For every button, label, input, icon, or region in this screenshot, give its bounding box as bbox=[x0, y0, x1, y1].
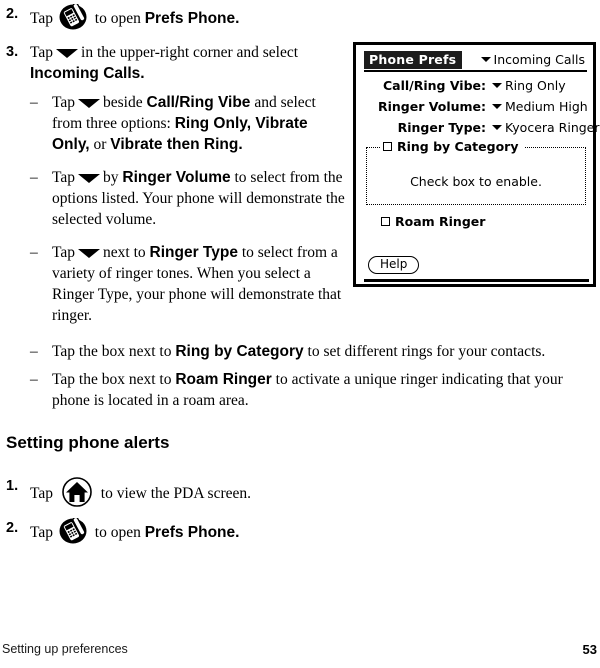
pda-label-ringer-volume: Ringer Volume: bbox=[377, 99, 486, 114]
caret-down-icon bbox=[480, 57, 491, 62]
step-2-top-tail: to open bbox=[94, 10, 141, 27]
caret-down-icon bbox=[56, 49, 79, 58]
pda-value-call-ring-vibe[interactable]: Ring Only bbox=[492, 78, 566, 93]
sub-item-1-bold3: Vibrate then Ring. bbox=[110, 136, 243, 153]
sub-item-3-mid1: next to bbox=[103, 244, 146, 261]
step-2-top-body: Tap to open Prefs Phone. bbox=[30, 2, 346, 30]
pda-category-label: Incoming Calls bbox=[493, 52, 585, 67]
sub-item-2-lead: Tap bbox=[52, 169, 76, 186]
phone-icon bbox=[59, 2, 89, 30]
pda-value-ringer-volume[interactable]: Medium High bbox=[492, 99, 588, 114]
step-2-top-marker: 2. bbox=[6, 6, 19, 22]
home-icon bbox=[61, 476, 93, 508]
sub-item-2-dash: – bbox=[30, 169, 38, 186]
ring-by-category-checkbox[interactable] bbox=[383, 142, 392, 151]
sub-item-4-lead: Tap the box next to bbox=[52, 343, 172, 360]
sub-item-3-lead: Tap bbox=[52, 244, 76, 261]
sub-item-4-body: Tap the box next to Ring by Category to … bbox=[52, 341, 590, 362]
sub-item-3-dash: – bbox=[30, 244, 38, 261]
caret-down-icon bbox=[78, 249, 101, 258]
phone-icon bbox=[59, 516, 89, 544]
sub-item-2-body: Tap by Ringer Volume to select from the o… bbox=[52, 167, 348, 230]
pda-value-ringer-type-text: Kyocera Ringer bbox=[505, 120, 600, 135]
sub-item-5-lead: Tap the box next to bbox=[52, 371, 172, 388]
step-2-alerts: 2. Tap to open Prefs Phone. bbox=[6, 516, 346, 544]
step-3-lead: Tap bbox=[30, 44, 54, 61]
step-3-bold: Incoming Calls. bbox=[30, 65, 145, 82]
ring-by-category-label: Ring by Category bbox=[397, 139, 519, 154]
step-2-alerts-body: Tap to open Prefs Phone. bbox=[30, 516, 346, 544]
step-2-top: 2. Tap to open Prefs Phone. bbox=[6, 2, 346, 30]
step-2-alerts-tail: to open bbox=[94, 524, 141, 541]
pda-value-ringer-type[interactable]: Kyocera Ringer bbox=[492, 120, 600, 135]
ring-by-category-row[interactable]: Ring by Category bbox=[381, 139, 525, 154]
step-2-top-lead: Tap bbox=[30, 10, 54, 27]
page-footer: Setting up preferences 53 bbox=[0, 642, 600, 660]
sub-item-roam-ringer: – Tap the box next to Roam Ringer to act… bbox=[30, 369, 592, 411]
footer-page-number: 53 bbox=[582, 642, 597, 657]
sub-item-2-mid1: by bbox=[103, 169, 119, 186]
step-1-alerts-lead: Tap bbox=[30, 485, 54, 502]
caret-down-icon bbox=[78, 99, 101, 108]
sub-item-4-dash: – bbox=[30, 343, 38, 360]
caret-down-icon bbox=[78, 174, 101, 183]
pda-label-call-ring-vibe: Call/Ring Vibe: bbox=[382, 78, 486, 93]
sub-item-1-mid1: beside bbox=[103, 94, 143, 111]
sub-item-1-lead: Tap bbox=[52, 94, 76, 111]
sub-item-3-bold1: Ringer Type bbox=[149, 244, 238, 261]
pda-app-title: Phone Prefs bbox=[364, 51, 463, 69]
step-1-alerts-marker: 1. bbox=[6, 478, 19, 494]
sub-item-call-ring-vibe: – Tap beside Call/Ring Vibe and select fr… bbox=[30, 92, 348, 155]
roam-ringer-label: Roam Ringer bbox=[395, 214, 486, 229]
step-2-alerts-lead: Tap bbox=[30, 524, 54, 541]
sub-item-1-bold1: Call/Ring Vibe bbox=[146, 94, 251, 111]
step-2-alerts-bold: Prefs Phone. bbox=[144, 524, 240, 541]
pda-screenshot: Phone Prefs Incoming Calls Call/Ring Vib… bbox=[353, 42, 600, 287]
roam-ringer-checkbox[interactable] bbox=[381, 217, 390, 226]
sub-item-ringer-volume: – Tap by Ringer Volume to select from the… bbox=[30, 167, 348, 230]
sub-item-5-dash: – bbox=[30, 371, 38, 388]
sub-item-ringer-type: – Tap next to Ringer Type to select from … bbox=[30, 242, 348, 326]
step-1-alerts-tail: to view the PDA screen. bbox=[100, 485, 251, 502]
step-3-marker: 3. bbox=[6, 44, 19, 60]
roam-ringer-row[interactable]: Roam Ringer bbox=[381, 214, 589, 229]
pda-row-call-ring-vibe: Call/Ring Vibe: Ring Only bbox=[364, 78, 589, 99]
caret-down-icon bbox=[492, 125, 502, 130]
footer-section-title: Setting up preferences bbox=[2, 642, 128, 656]
ring-by-category-hint: Check box to enable. bbox=[410, 174, 542, 189]
step-2-alerts-marker: 2. bbox=[6, 520, 19, 536]
step-1-alerts-body: Tap to view the PDA screen. bbox=[30, 476, 346, 508]
pda-title-bar: Phone Prefs Incoming Calls bbox=[364, 51, 587, 72]
sub-item-4-mid2: to set different rings for your contacts… bbox=[307, 343, 546, 360]
step-1-alerts: 1. Tap to view the PDA screen. bbox=[6, 476, 346, 508]
sub-item-1-mid3: or bbox=[93, 136, 107, 153]
sub-item-4-bold1: Ring by Category bbox=[175, 343, 304, 360]
pda-label-ringer-type: Ringer Type: bbox=[397, 120, 486, 135]
ring-by-category-group: Ring by Category Check box to enable. bbox=[366, 139, 586, 205]
help-button[interactable]: Help bbox=[368, 256, 420, 274]
sub-item-2-bold1: Ringer Volume bbox=[122, 169, 231, 186]
caret-down-icon bbox=[492, 83, 502, 88]
sub-item-5-bold1: Roam Ringer bbox=[175, 371, 272, 388]
pda-screen-content: Phone Prefs Incoming Calls Call/Ring Vib… bbox=[364, 51, 600, 282]
sub-item-1-dash: – bbox=[30, 94, 38, 111]
pda-row-ringer-volume: Ringer Volume: Medium High bbox=[364, 99, 589, 120]
sub-item-3-body: Tap next to Ringer Type to select from a … bbox=[52, 242, 348, 326]
pda-value-call-ring-vibe-text: Ring Only bbox=[505, 78, 566, 93]
pda-row-ringer-type: Ringer Type: Kyocera Ringer bbox=[364, 120, 600, 141]
sub-item-1-body: Tap beside Call/Ring Vibe and select from… bbox=[52, 92, 348, 155]
caret-down-icon bbox=[492, 104, 502, 109]
step-3: 3. Tap in the upper-right corner and sele… bbox=[6, 42, 346, 84]
step-2-top-bold: Prefs Phone. bbox=[144, 10, 240, 27]
pda-value-ringer-volume-text: Medium High bbox=[505, 99, 588, 114]
sub-item-ring-by-category: – Tap the box next to Ring by Category t… bbox=[30, 341, 590, 362]
step-3-body: Tap in the upper-right corner and select … bbox=[30, 42, 346, 84]
pda-category-selector[interactable]: Incoming Calls bbox=[480, 52, 585, 67]
pda-bottom-rule bbox=[364, 279, 589, 282]
step-3-tail: in the upper-right corner and select bbox=[81, 44, 299, 61]
sub-item-5-body: Tap the box next to Roam Ringer to activ… bbox=[52, 369, 592, 411]
section-heading-setting-phone-alerts: Setting phone alerts bbox=[6, 433, 170, 452]
